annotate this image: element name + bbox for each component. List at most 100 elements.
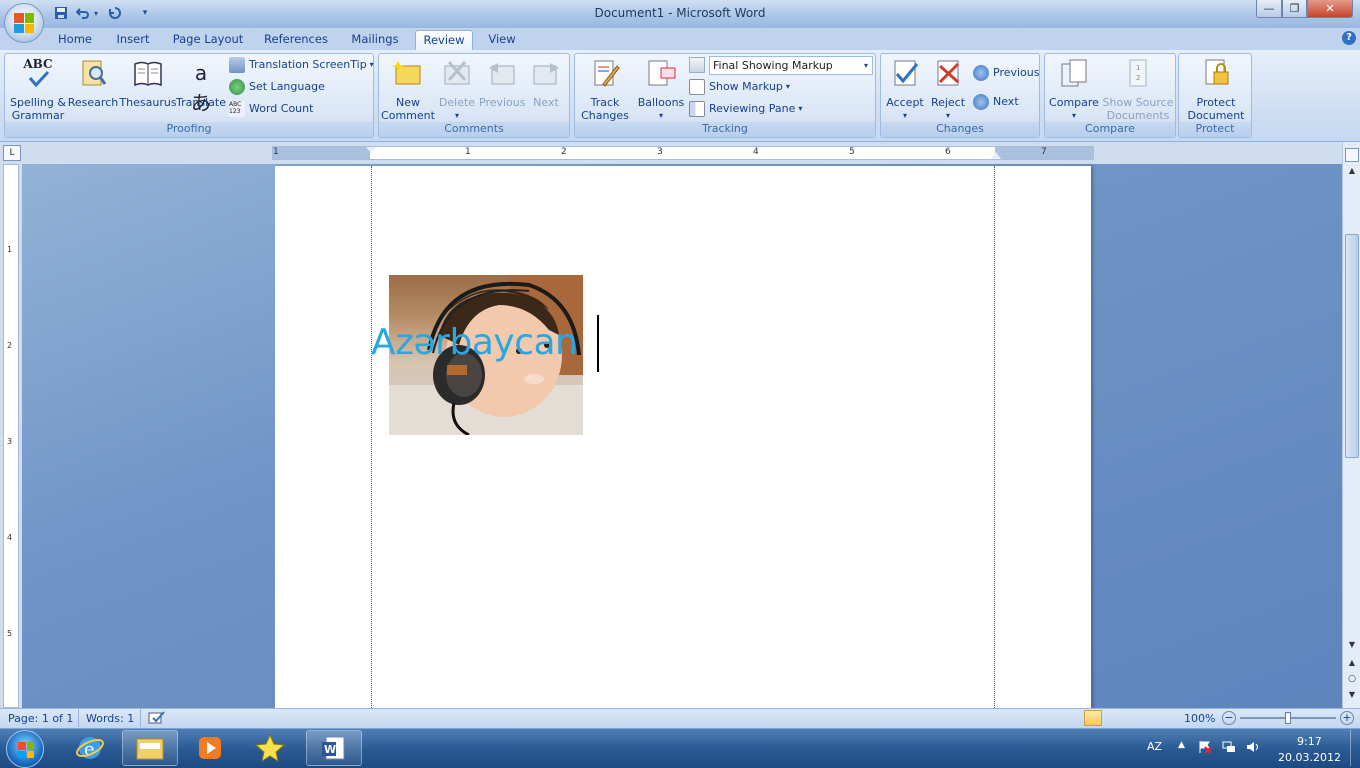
draft-view-icon[interactable]: [1156, 710, 1174, 726]
tab-home[interactable]: Home: [50, 30, 100, 50]
show-desktop-button[interactable]: [1350, 730, 1360, 766]
set-language-button[interactable]: Set Language: [229, 78, 325, 96]
track-changes-button[interactable]: Track Changes: [577, 58, 633, 122]
scrollbar-thumb[interactable]: [1345, 234, 1359, 458]
tab-insert[interactable]: Insert: [108, 30, 158, 50]
proofing-status-icon[interactable]: [148, 711, 166, 725]
show-source-icon: 12: [1122, 58, 1154, 90]
right-indent-marker[interactable]: [991, 152, 1001, 159]
thesaurus-button[interactable]: Thesaurus: [119, 58, 177, 109]
office-logo-icon: [14, 13, 34, 33]
show-markup-button[interactable]: Show Markup ▾: [689, 78, 790, 96]
spelling-grammar-button[interactable]: ABC Spelling & Grammar: [9, 58, 67, 123]
research-button[interactable]: Research: [67, 58, 119, 109]
display-for-review-select[interactable]: Final Showing Markup ▾: [709, 56, 873, 75]
scroll-up-arrow-icon[interactable]: ▲: [1345, 166, 1359, 180]
media-player-icon[interactable]: [182, 730, 238, 766]
comments-group-label: Comments: [379, 122, 569, 137]
next-page-icon[interactable]: ▼: [1345, 690, 1359, 702]
tab-view[interactable]: View: [482, 30, 522, 50]
research-icon: [77, 58, 109, 90]
previous-page-icon[interactable]: ▲: [1345, 658, 1359, 670]
web-layout-icon[interactable]: [1120, 710, 1138, 726]
scroll-down-arrow-icon[interactable]: ▼: [1345, 640, 1359, 652]
volume-icon[interactable]: [1246, 740, 1260, 754]
zoom-slider-thumb[interactable]: [1285, 712, 1291, 724]
office-button[interactable]: [4, 3, 44, 43]
previous-comment-icon: [486, 58, 518, 90]
text-cursor: [597, 315, 599, 372]
explorer-folder-icon[interactable]: [122, 730, 178, 766]
word-icon[interactable]: W: [306, 730, 362, 766]
page-count-status[interactable]: Page: 1 of 1: [8, 712, 73, 725]
protect-group: Protect Document Protect: [1178, 53, 1252, 138]
document-page[interactable]: [275, 166, 1091, 708]
horizontal-ruler[interactable]: 1 1 2 3 4 5 6 7: [272, 146, 1094, 160]
proofing-group-label: Proofing: [5, 122, 373, 137]
windows-logo-icon: [18, 742, 34, 758]
select-browse-object-icon[interactable]: ○: [1345, 674, 1359, 686]
reviewing-pane-button[interactable]: Reviewing Pane ▾: [689, 100, 802, 118]
minimize-button[interactable]: —: [1256, 0, 1282, 18]
translation-screentip-button[interactable]: Translation ScreenTip ▾: [229, 56, 374, 74]
svg-text:W: W: [324, 743, 336, 756]
delete-comment-button[interactable]: Delete ▾: [435, 58, 479, 122]
svg-text:1: 1: [1136, 64, 1140, 72]
action-center-icon[interactable]: [1198, 740, 1212, 754]
start-orb[interactable]: [6, 730, 44, 768]
show-markup-icon: [689, 79, 705, 95]
zoom-in-icon[interactable]: +: [1340, 711, 1354, 725]
tab-selector[interactable]: L: [3, 145, 21, 161]
tab-mailings[interactable]: Mailings: [344, 30, 406, 50]
tab-review[interactable]: Review: [415, 30, 473, 50]
first-line-indent-marker[interactable]: [366, 147, 376, 153]
previous-change-button[interactable]: Previous: [973, 64, 1040, 82]
changes-group: Accept ▾ Reject ▾ Previous Next Changes: [880, 53, 1040, 138]
clock-time[interactable]: 9:17: [1297, 735, 1322, 748]
accept-button[interactable]: Accept ▾: [883, 58, 927, 122]
compare-group-label: Compare: [1045, 122, 1175, 137]
outline-view-icon[interactable]: [1138, 710, 1156, 726]
right-margin-guide: [994, 166, 995, 708]
balloons-button[interactable]: Balloons ▾: [635, 58, 687, 122]
next-change-button[interactable]: Next: [973, 93, 1019, 111]
reject-button[interactable]: Reject ▾: [927, 58, 969, 122]
globe-icon: [229, 79, 245, 95]
close-button[interactable]: ✕: [1307, 0, 1353, 18]
tracking-group: Track Changes Balloons ▾ Final Showing M…: [574, 53, 876, 138]
word-count-status[interactable]: Words: 1: [86, 712, 134, 725]
track-changes-icon: [589, 58, 621, 90]
clock-date[interactable]: 20.03.2012: [1278, 751, 1341, 764]
star-app-icon[interactable]: [242, 730, 298, 766]
tab-references[interactable]: References: [258, 30, 334, 50]
protect-document-button[interactable]: Protect Document: [1181, 58, 1251, 122]
display-for-review-icon: [689, 57, 705, 73]
show-source-documents-button[interactable]: 12 Show Source Documents: [1101, 58, 1175, 122]
left-margin-guide: [371, 166, 372, 708]
vertical-scrollbar[interactable]: ▲ ▼ ▲ ○ ▼: [1342, 142, 1360, 708]
new-comment-button[interactable]: New Comment: [381, 58, 435, 122]
translate-button[interactable]: aあ Translate: [175, 58, 227, 115]
word-count-button[interactable]: ABC 123 Word Count: [229, 100, 313, 118]
delete-comment-icon: [441, 58, 473, 90]
show-hidden-icons[interactable]: ▲: [1178, 740, 1185, 750]
lock-icon: [1200, 58, 1232, 90]
full-screen-reading-icon[interactable]: [1102, 710, 1120, 726]
zoom-level[interactable]: 100%: [1184, 712, 1215, 725]
translate-icon: aあ: [191, 61, 211, 115]
document-text[interactable]: Azərbaycan: [371, 322, 578, 363]
print-layout-view-icon[interactable]: [1084, 710, 1102, 726]
view-ruler-icon[interactable]: [1345, 148, 1359, 162]
tab-page-layout[interactable]: Page Layout: [168, 30, 248, 50]
thesaurus-book-icon: [132, 58, 164, 90]
network-icon[interactable]: [1222, 740, 1236, 754]
next-comment-button[interactable]: Next: [525, 58, 567, 109]
vertical-ruler[interactable]: 1 2 3 4 5: [3, 164, 19, 708]
input-language[interactable]: AZ: [1147, 740, 1162, 753]
restore-button[interactable]: ❐: [1282, 0, 1307, 18]
zoom-out-icon[interactable]: −: [1222, 711, 1236, 725]
help-icon[interactable]: ?: [1342, 31, 1356, 45]
compare-button[interactable]: Compare ▾: [1047, 58, 1101, 122]
internet-explorer-icon[interactable]: e: [62, 730, 118, 766]
previous-comment-button[interactable]: Previous: [479, 58, 526, 109]
